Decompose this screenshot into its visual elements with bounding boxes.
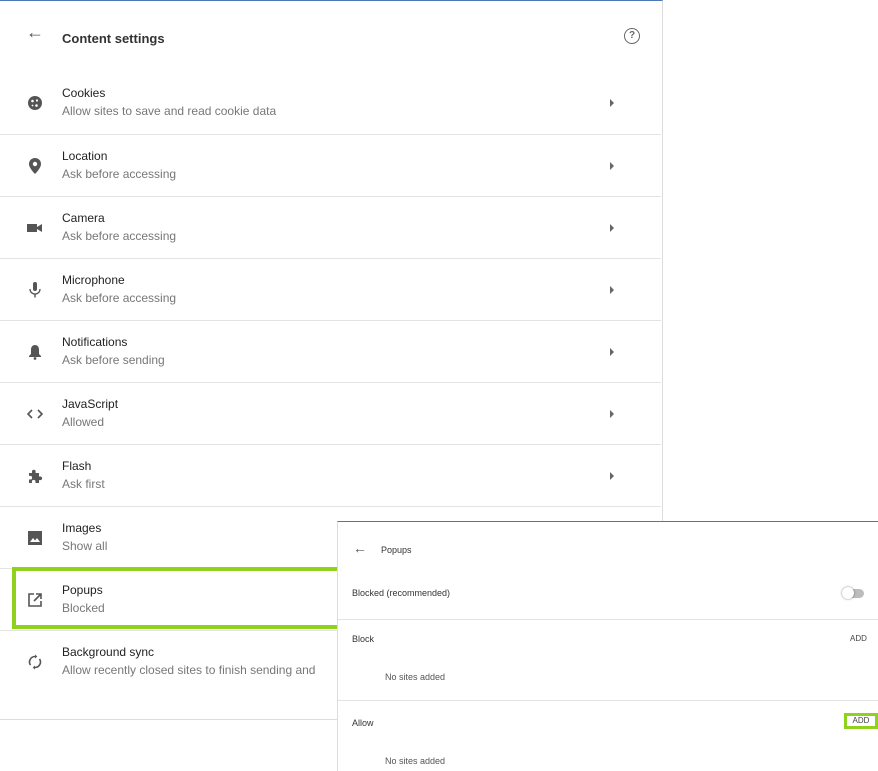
settings-row-microphone[interactable]: Microphone Ask before accessing: [0, 258, 661, 320]
settings-row-label: Camera: [62, 211, 105, 225]
settings-row-label: Images: [62, 521, 102, 535]
location-pin-icon: [26, 157, 44, 175]
settings-row-description: Ask before accessing: [62, 291, 177, 305]
settings-row-description: Ask first: [62, 477, 105, 491]
settings-row-label: Background sync: [62, 645, 155, 659]
blocked-toggle[interactable]: [842, 587, 864, 599]
settings-row-description: Show all: [62, 539, 108, 553]
puzzle-icon: [26, 467, 44, 485]
settings-row-label: Flash: [62, 459, 92, 473]
cookie-icon: [26, 94, 44, 112]
chevron-right-icon: [610, 348, 614, 356]
settings-row-label: Microphone: [62, 273, 125, 287]
page-title: Content settings: [62, 31, 165, 46]
settings-row-camera[interactable]: Camera Ask before accessing: [0, 196, 661, 258]
popups-row-highlight: [12, 567, 342, 629]
settings-row-javascript[interactable]: JavaScript Allowed: [0, 382, 661, 444]
image-icon: [26, 529, 44, 547]
block-add-button[interactable]: ADD: [850, 634, 867, 643]
camera-icon: [26, 219, 44, 237]
allow-section-heading: Allow: [352, 718, 374, 728]
sync-icon: [26, 653, 44, 671]
block-section-heading: Block: [352, 634, 375, 644]
chevron-right-icon: [610, 162, 614, 170]
settings-row-description: Ask before accessing: [62, 229, 177, 243]
toggle-knob: [842, 587, 854, 599]
microphone-icon: [26, 281, 44, 299]
settings-row-label: Notifications: [62, 335, 128, 349]
settings-row-label: JavaScript: [62, 397, 119, 411]
chevron-right-icon: [610, 472, 614, 480]
settings-row-cookies[interactable]: Cookies Allow sites to save and read coo…: [0, 72, 661, 134]
settings-row-label: Location: [62, 149, 108, 163]
back-arrow-icon[interactable]: ←: [26, 23, 44, 41]
divider: [338, 619, 878, 620]
chevron-right-icon: [610, 286, 614, 294]
popups-settings-panel: ← Popups Blocked (recommended) Block ADD…: [337, 521, 878, 771]
chevron-right-icon: [610, 224, 614, 232]
settings-row-location[interactable]: Location Ask before accessing: [0, 134, 661, 196]
code-brackets-icon: [26, 405, 44, 423]
settings-row-notifications[interactable]: Notifications Ask before sending: [0, 320, 661, 382]
settings-row-description: Ask before sending: [62, 353, 165, 367]
popups-title: Popups: [381, 545, 412, 555]
settings-row-flash[interactable]: Flash Ask first: [0, 444, 661, 506]
block-empty-text: No sites added: [385, 672, 446, 682]
content-settings-header: ← Content settings ?: [0, 1, 662, 57]
blocked-recommended-label: Blocked (recommended): [352, 588, 451, 598]
help-icon[interactable]: ?: [624, 28, 640, 44]
divider: [338, 700, 878, 701]
settings-row-description: Ask before accessing: [62, 167, 177, 181]
allow-add-button[interactable]: ADD: [844, 713, 878, 729]
back-arrow-icon[interactable]: ←: [353, 540, 367, 556]
chevron-right-icon: [610, 99, 614, 107]
settings-row-description: Allowed: [62, 415, 105, 429]
settings-row-label: Cookies: [62, 86, 106, 100]
settings-row-description: Allow recently closed sites to finish se…: [62, 663, 316, 677]
settings-row-description: Allow sites to save and read cookie data: [62, 104, 277, 118]
chevron-right-icon: [610, 410, 614, 418]
bell-icon: [26, 343, 44, 361]
